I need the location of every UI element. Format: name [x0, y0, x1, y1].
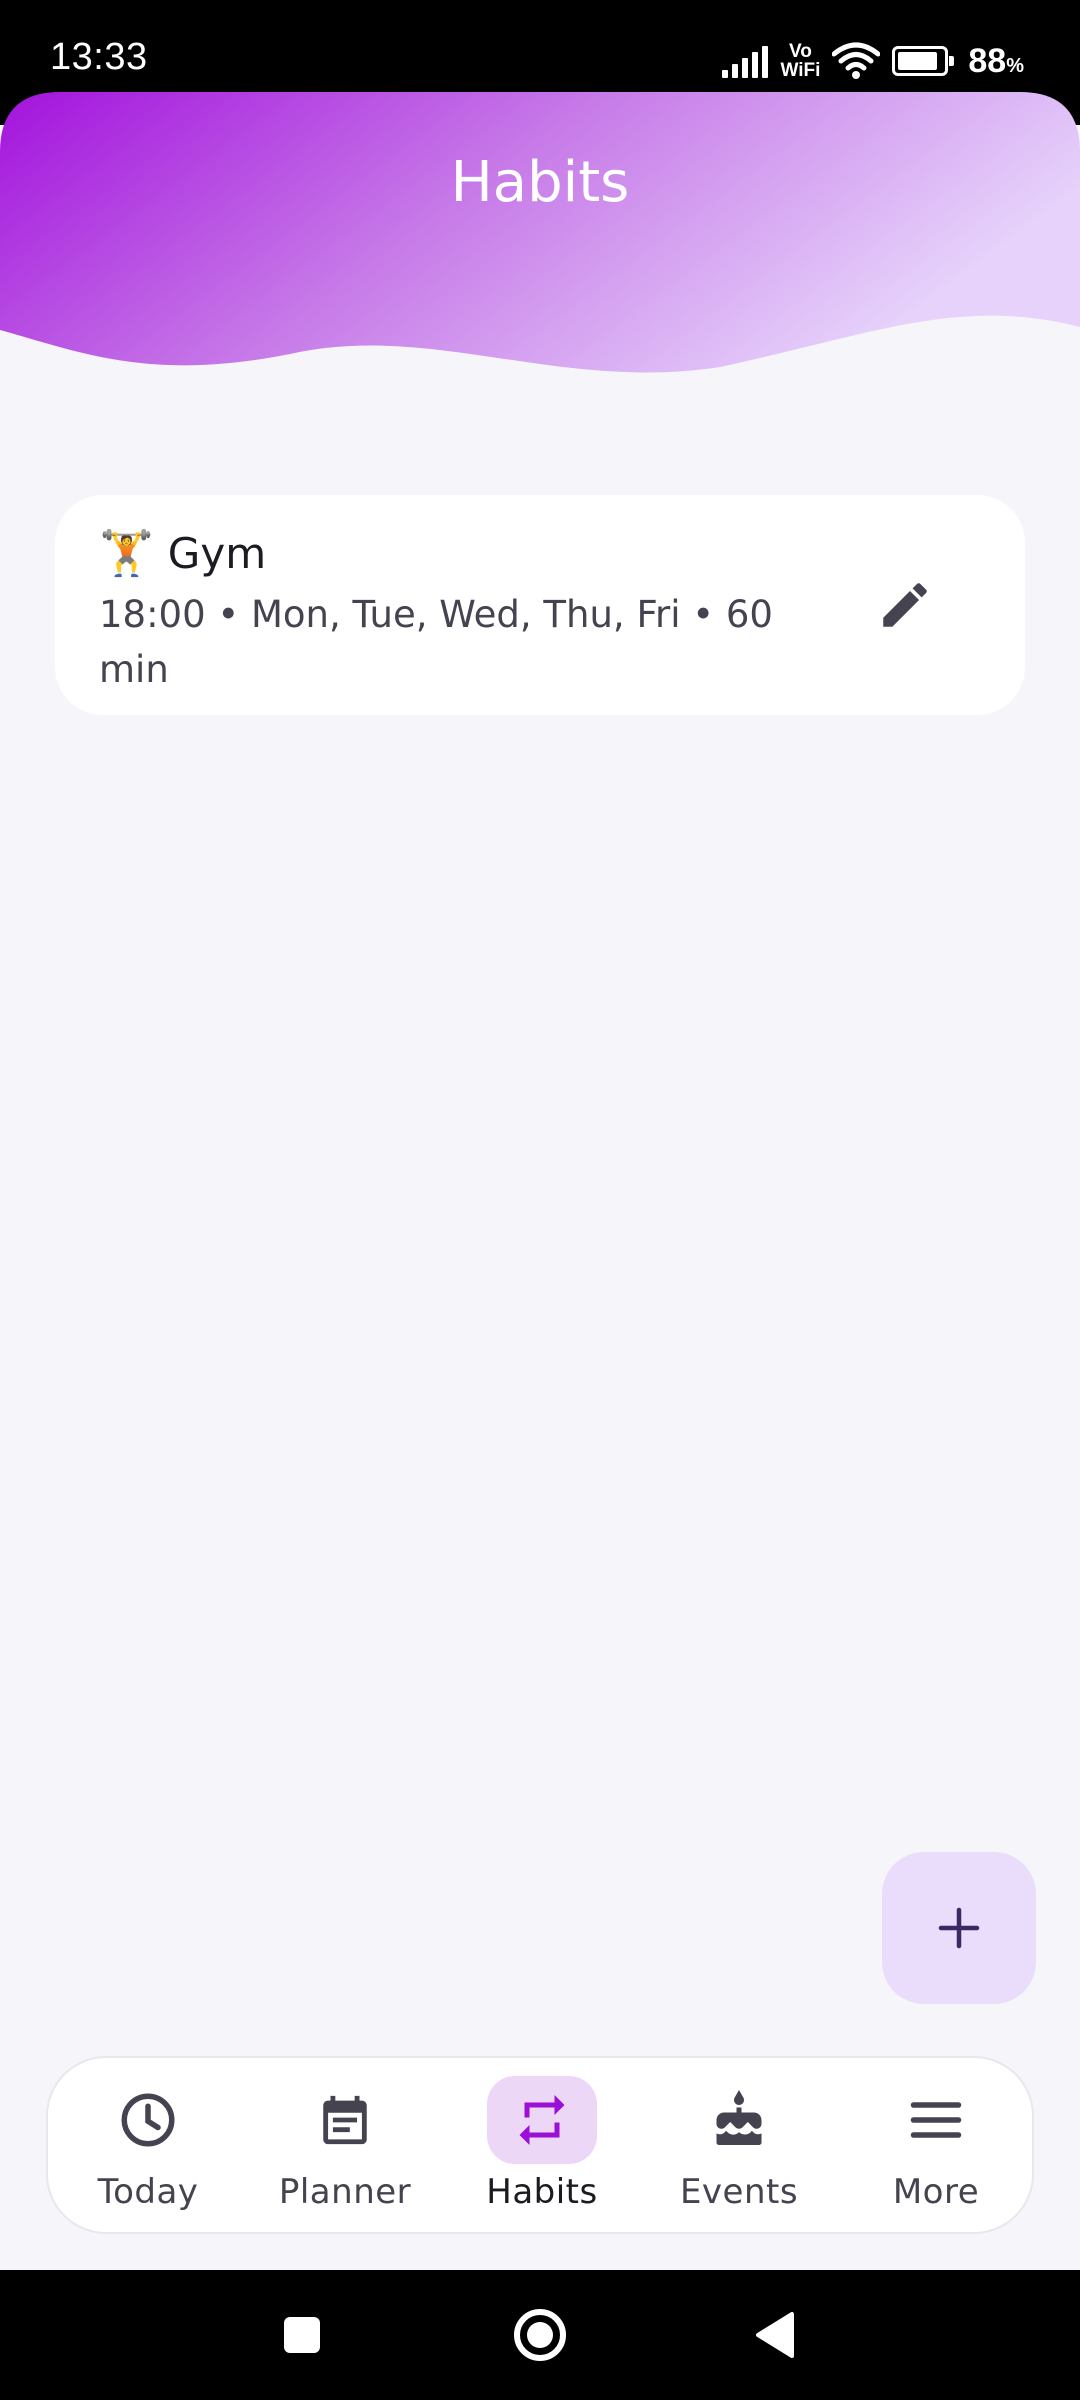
add-habit-button[interactable] [882, 1852, 1036, 2004]
clock-icon [121, 2093, 175, 2147]
nav-icon-container [881, 2076, 991, 2164]
battery-percent-unit: % [1006, 54, 1024, 77]
calendar-icon [323, 2095, 367, 2145]
bottom-navigation: Today Planner Habits Events More [46, 2056, 1034, 2234]
nav-item-events[interactable]: Events [649, 2076, 829, 2226]
battery-icon [892, 46, 955, 76]
nav-item-planner[interactable]: Planner [255, 2076, 435, 2226]
battery-fill [898, 52, 938, 70]
nav-label-planner: Planner [278, 2172, 412, 2212]
system-navigation-bar [0, 2270, 1080, 2400]
battery-percent-value: 88 [968, 41, 1007, 80]
repeat-icon [519, 2095, 565, 2145]
status-time: 13:33 [50, 36, 148, 78]
status-icons: Vo WiFi 88% [722, 36, 1024, 86]
back-icon [756, 2312, 794, 2358]
recents-button[interactable] [262, 2270, 342, 2400]
nav-label-habits: Habits [486, 2172, 598, 2212]
vowifi-icon: Vo WiFi [780, 42, 820, 80]
nav-icon-container [684, 2076, 794, 2164]
cake-icon [716, 2090, 762, 2145]
wifi-icon [832, 42, 881, 79]
header-wave-background [0, 92, 1080, 373]
battery-percent: 88% [968, 42, 1024, 81]
back-button[interactable] [735, 2270, 815, 2400]
signal-icon [722, 44, 769, 78]
habit-details: 18:00 • Mon, Tue, Wed, Thu, Fri • 60 min [99, 593, 773, 691]
habit-name: Gym [167, 528, 267, 578]
nav-item-today[interactable]: Today [58, 2076, 238, 2226]
header: Habits [0, 92, 1080, 382]
nav-label-more: More [892, 2172, 980, 2212]
plus-icon [938, 1907, 980, 1949]
edit-icon [883, 583, 927, 627]
nav-label-today: Today [97, 2172, 199, 2212]
habit-title: 🏋️ Gym [99, 527, 266, 579]
recents-icon [284, 2317, 320, 2353]
nav-icon-container [290, 2076, 400, 2164]
nav-icon-container-active [487, 2076, 597, 2164]
nav-label-events: Events [679, 2172, 799, 2212]
home-button[interactable] [500, 2270, 580, 2400]
nav-item-more[interactable]: More [846, 2076, 1026, 2226]
home-icon [514, 2309, 566, 2361]
nav-icon-container [93, 2076, 203, 2164]
nav-item-habits[interactable]: Habits [452, 2076, 632, 2226]
vowifi-bottom-label: WiFi [780, 60, 821, 81]
weightlifting-icon: 🏋️ [99, 528, 154, 579]
vowifi-top-label: Vo [788, 41, 812, 62]
habit-card[interactable]: 🏋️ Gym 18:00 • Mon, Tue, Wed, Thu, Fri •… [55, 495, 1025, 715]
habits-screen: 13:33 Vo WiFi 88% Habits 🏋️ Gym 18:00 • … [0, 0, 1080, 2400]
page-title: Habits [450, 150, 630, 215]
menu-icon [910, 2102, 962, 2138]
edit-habit-button[interactable] [875, 575, 935, 635]
